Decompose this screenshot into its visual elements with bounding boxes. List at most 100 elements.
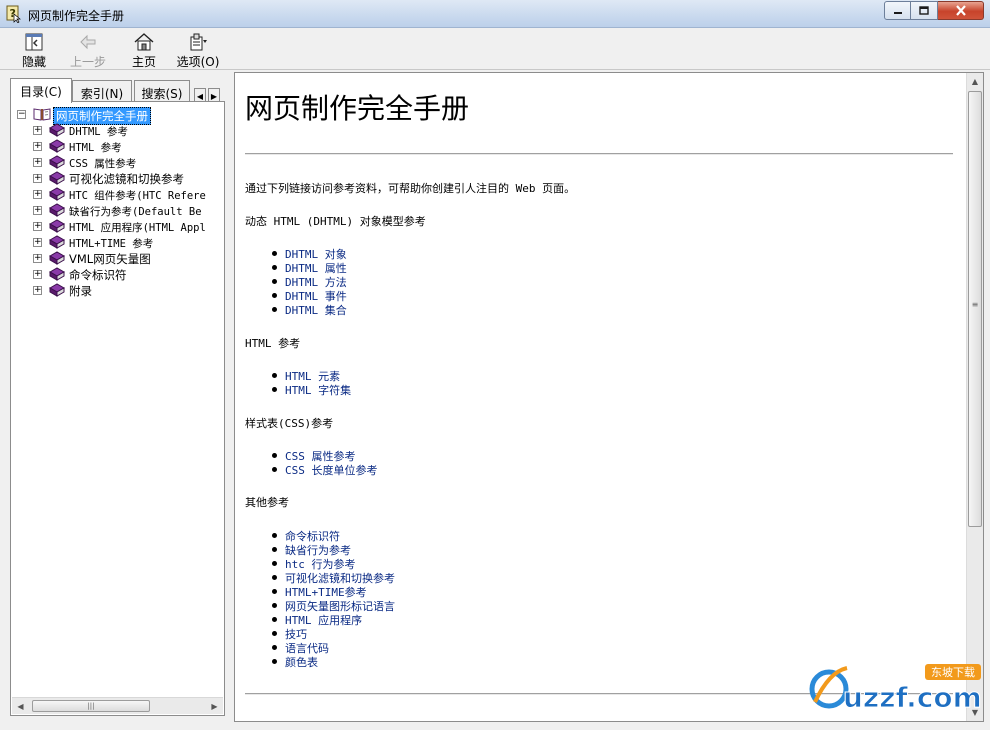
list-item[interactable]: 技巧 <box>271 626 395 641</box>
tree-item-label: HTC 组件参考(HTC Refere <box>69 190 206 202</box>
nav-tabs: 目录(C) 索引(N) 搜索(S) ◀ ▶ <box>6 78 229 104</box>
tree-item-html[interactable]: + HTML 参考 <box>15 138 223 154</box>
list-item[interactable]: 语言代码 <box>271 640 395 655</box>
tree-item-label: 附录 <box>69 284 92 298</box>
tree-item-label: HTML+TIME 参考 <box>69 238 154 250</box>
home-icon <box>134 33 154 51</box>
options-label: 选项(O) <box>176 55 220 69</box>
list-item[interactable]: 颜色表 <box>271 654 395 669</box>
list-item[interactable]: HTML 应用程序 <box>271 612 395 627</box>
expand-icon[interactable]: + <box>33 270 42 279</box>
list-item[interactable]: DHTML 属性 <box>271 260 347 275</box>
minimize-icon <box>893 11 902 14</box>
list-item[interactable]: DHTML 集合 <box>271 302 347 317</box>
list-item[interactable]: DHTML 事件 <box>271 288 347 303</box>
back-button[interactable]: 上一步 <box>66 32 110 69</box>
tab-index[interactable]: 索引(N) <box>72 80 132 102</box>
topic-link[interactable]: 颜色表 <box>285 656 318 669</box>
scroll-up-arrow-icon[interactable]: ▲ <box>967 73 983 90</box>
list-item[interactable]: 可视化滤镜和切换参考 <box>271 570 395 585</box>
expand-icon[interactable]: + <box>33 254 42 263</box>
topic-link[interactable]: HTML 字符集 <box>285 384 351 397</box>
expand-icon[interactable]: + <box>33 206 42 215</box>
tree-horizontal-scrollbar[interactable]: ◀ ||| ▶ <box>12 697 223 714</box>
back-arrow-icon <box>80 34 96 50</box>
tab-search[interactable]: 搜索(S) <box>134 80 190 102</box>
tree-item-label: VML网页矢量图 <box>69 252 151 266</box>
expand-icon[interactable]: + <box>33 286 42 295</box>
tree-item-label: HTML 应用程序(HTML Appl <box>69 222 206 234</box>
tree-item-hta[interactable]: + HTML 应用程序(HTML Appl <box>15 218 223 234</box>
tree-item-command-ids[interactable]: + 命令标识符 <box>15 266 223 282</box>
list-item[interactable]: CSS 属性参考 <box>271 448 378 463</box>
expand-icon[interactable]: + <box>33 174 42 183</box>
tree-root[interactable]: − 网页制作完全手册 <box>15 106 223 125</box>
options-icon <box>190 33 207 51</box>
list-item[interactable]: HTML+TIME参考 <box>271 584 395 599</box>
tree-item-html-time[interactable]: + HTML+TIME 参考 <box>15 234 223 250</box>
scroll-thumb[interactable]: ||| <box>32 700 150 712</box>
list-item[interactable]: DHTML 方法 <box>271 274 347 289</box>
arrow-left-icon: ◀ <box>196 91 204 101</box>
book-icon <box>48 123 66 137</box>
expand-icon[interactable]: + <box>33 142 42 151</box>
open-book-icon <box>33 108 51 121</box>
arrow-right-icon: ▶ <box>210 91 218 101</box>
book-icon <box>48 139 66 153</box>
intro-text: 通过下列链接访问参考资料，可帮助你创建引人注目的 Web 页面。 <box>245 182 576 195</box>
tab-contents[interactable]: 目录(C) <box>10 78 72 103</box>
tree-item-vml[interactable]: + VML网页矢量图 <box>15 250 223 266</box>
scroll-thumb[interactable]: ≡ <box>968 91 982 527</box>
collapse-icon[interactable]: − <box>17 110 26 119</box>
book-icon <box>48 203 66 217</box>
back-label: 上一步 <box>69 55 106 69</box>
window-title: 网页制作完全手册 <box>28 9 125 23</box>
list-item[interactable]: HTML 字符集 <box>271 382 351 397</box>
hide-button[interactable]: 隐藏 <box>12 32 56 69</box>
options-button[interactable]: 选项(O) <box>176 32 220 69</box>
topic-pane: 网页制作完全手册 通过下列链接访问参考资料，可帮助你创建引人注目的 Web 页面… <box>234 72 984 722</box>
scroll-right-arrow-icon[interactable]: ▶ <box>206 698 223 714</box>
home-button[interactable]: 主页 <box>122 32 166 69</box>
tree-item-label: 可视化滤镜和切换参考 <box>69 172 184 186</box>
scroll-left-arrow-icon[interactable]: ◀ <box>12 698 29 714</box>
tree-item-label: HTML 参考 <box>69 142 122 154</box>
close-button[interactable] <box>938 1 984 20</box>
tree-item-label: CSS 属性参考 <box>69 158 137 170</box>
book-icon <box>48 171 66 185</box>
expand-icon[interactable]: + <box>33 190 42 199</box>
list-item[interactable]: 网页矢量图形标记语言 <box>271 598 395 613</box>
expand-icon[interactable]: + <box>33 158 42 167</box>
list-item[interactable]: HTML 元素 <box>271 368 351 383</box>
expand-icon[interactable]: + <box>33 238 42 247</box>
topic-vertical-scrollbar[interactable]: ▲ ≡ ▼ <box>966 73 983 721</box>
help-app-icon: ? <box>6 5 21 23</box>
expand-icon[interactable]: + <box>33 222 42 231</box>
topic-link[interactable]: CSS 长度单位参考 <box>285 464 378 477</box>
tree-item-appendix[interactable]: + 附录 <box>15 282 223 298</box>
list-item[interactable]: htc 行为参考 <box>271 556 395 571</box>
hide-pane-icon <box>25 33 43 51</box>
tree-item-filters[interactable]: + 可视化滤镜和切换参考 <box>15 170 223 186</box>
tree-item-htc[interactable]: + HTC 组件参考(HTC Refere <box>15 186 223 202</box>
css-link-list: CSS 属性参考 CSS 长度单位参考 <box>271 448 378 477</box>
tree-item-default-behaviors[interactable]: + 缺省行为参考(Default Be <box>15 202 223 218</box>
list-item[interactable]: 命令标识符 <box>271 528 395 543</box>
minimize-button[interactable] <box>884 1 911 20</box>
list-item[interactable]: CSS 长度单位参考 <box>271 462 378 477</box>
navigation-pane: 目录(C) 索引(N) 搜索(S) ◀ ▶ − 网页制作完全手册 + DHTML… <box>6 72 229 722</box>
dhtml-link-list: DHTML 对象 DHTML 属性 DHTML 方法 DHTML 事件 DHTM… <box>271 246 347 317</box>
section-heading-html: HTML 参考 <box>245 337 301 350</box>
list-item[interactable]: 缺省行为参考 <box>271 542 395 557</box>
topic-link[interactable]: DHTML 集合 <box>285 304 347 317</box>
tree-item-css[interactable]: + CSS 属性参考 <box>15 154 223 170</box>
title-bar[interactable]: ? 网页制作完全手册 <box>0 0 990 28</box>
tree-item-label: DHTML 参考 <box>69 126 128 138</box>
list-item[interactable]: DHTML 对象 <box>271 246 347 261</box>
contents-tree[interactable]: − 网页制作完全手册 + DHTML 参考 + HTML 参考 + CSS 属性… <box>15 106 223 692</box>
tree-item-dhtml[interactable]: + DHTML 参考 <box>15 122 223 138</box>
book-icon <box>48 283 66 297</box>
maximize-button[interactable] <box>911 1 938 20</box>
tree-item-label: 命令标识符 <box>69 268 127 282</box>
expand-icon[interactable]: + <box>33 126 42 135</box>
